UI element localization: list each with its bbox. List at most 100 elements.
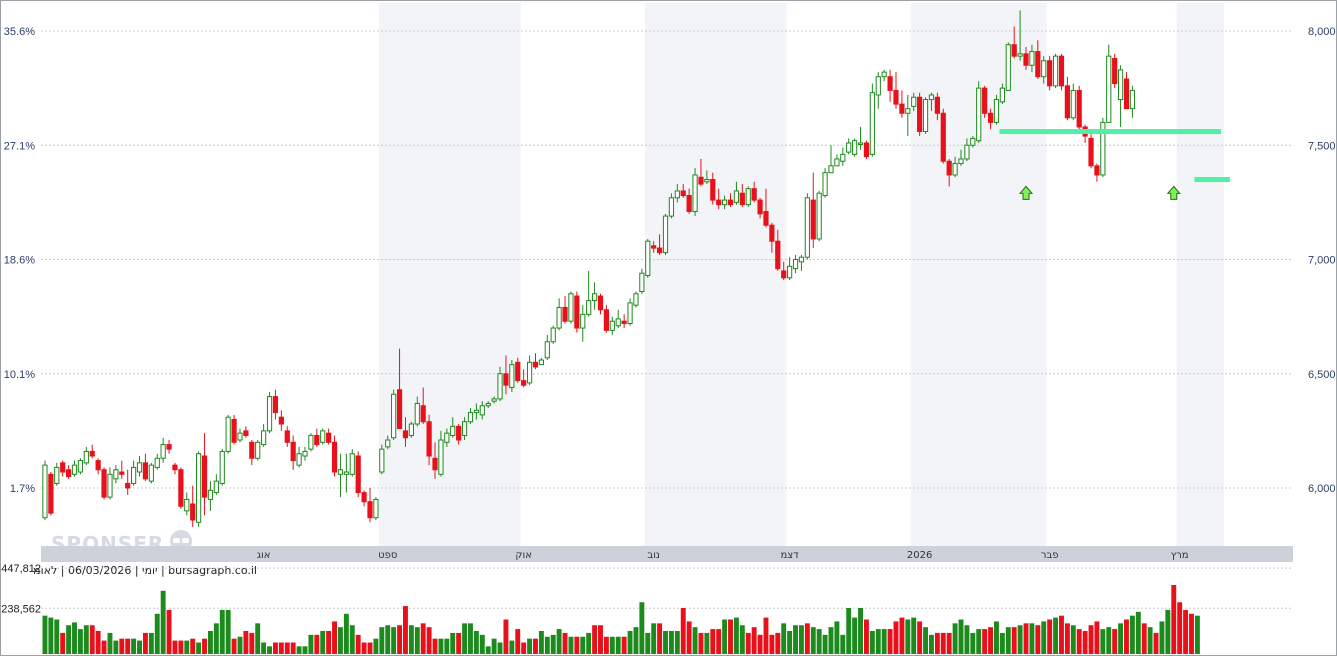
candle-body (680, 190, 686, 197)
volume-bar (160, 590, 166, 654)
volume-bar (296, 646, 302, 654)
candle-body (739, 192, 745, 206)
volume-bar (716, 629, 722, 654)
candle (219, 449, 225, 486)
candle (355, 451, 361, 498)
candle-body (698, 176, 704, 185)
candle (804, 193, 810, 260)
candle (615, 309, 621, 329)
volume-bar (657, 623, 663, 654)
volume-bar (728, 619, 733, 654)
candle (521, 369, 527, 388)
candle (1052, 53, 1059, 89)
candle-body (456, 425, 462, 441)
volume-bar (202, 638, 207, 654)
candle (373, 497, 379, 520)
candle (71, 460, 78, 477)
volume-bar (255, 623, 261, 654)
candle-body (136, 462, 143, 473)
candle-body (83, 450, 89, 464)
candle-body (751, 188, 757, 201)
volume-bar (89, 625, 95, 654)
candle-body (1123, 78, 1130, 110)
candle-body (515, 361, 521, 382)
volume-bar (787, 631, 793, 654)
candle (828, 145, 834, 174)
month-label: ספט (378, 550, 397, 561)
candle (201, 433, 208, 516)
candle-body (343, 471, 349, 475)
volume-bar (698, 632, 704, 654)
volume-bar (793, 625, 798, 654)
volume-bar (1029, 623, 1035, 654)
volume-bar (822, 634, 828, 654)
candle (1047, 56, 1053, 91)
volume-bar (692, 627, 698, 654)
candle-body (639, 272, 645, 292)
candle (976, 81, 982, 143)
volume-bar (237, 636, 243, 654)
candle-body (101, 469, 107, 498)
candle-body (1094, 165, 1100, 176)
candle-body (243, 430, 249, 436)
volume-bar (982, 629, 988, 654)
volume-bar (970, 632, 976, 654)
volume-bar (574, 636, 580, 654)
candle-body (326, 432, 332, 443)
volume-bar (119, 638, 125, 654)
candle-body (438, 439, 444, 475)
candle-body (60, 462, 66, 473)
candle-body (928, 94, 935, 101)
candle-body (828, 165, 834, 174)
volume-bar (905, 619, 911, 654)
volume-bar (154, 613, 160, 654)
candle-body (863, 142, 870, 158)
left-tick-label: 1.7% (10, 483, 35, 495)
month-bands (378, 3, 1224, 546)
candle-body (426, 421, 432, 457)
volume-bar (166, 609, 172, 654)
volume-bar (1159, 621, 1165, 654)
volume-bar (893, 621, 899, 654)
volume-bar (533, 638, 538, 654)
volume-bar (491, 638, 497, 654)
volume-bar (503, 619, 509, 654)
volume-bar (840, 634, 846, 654)
volume-axis: 447,812 238,562 (1, 563, 41, 615)
volume-bar (101, 640, 107, 654)
candle (586, 270, 592, 317)
candle-body (213, 480, 219, 494)
volume-bar (881, 629, 887, 654)
volume-bar (349, 625, 355, 654)
candle-body (178, 469, 184, 507)
candle (1064, 76, 1070, 121)
candle (172, 462, 178, 475)
volume-bar (704, 632, 710, 654)
candle (65, 465, 72, 479)
volume-bar (1147, 627, 1153, 654)
candle (60, 460, 66, 477)
candle-body (816, 192, 822, 240)
candle (42, 460, 48, 520)
volume-bar (852, 617, 858, 654)
left-tick-label: 10.1% (4, 369, 35, 381)
candle-body (580, 313, 586, 329)
volume-bar (385, 625, 391, 654)
candle (609, 316, 615, 335)
candle-body (893, 89, 899, 105)
candle-body (396, 389, 403, 430)
candle-body (586, 300, 592, 315)
volume-bar (1194, 615, 1200, 654)
volume-bar (137, 640, 142, 654)
volume-bar (1005, 627, 1011, 654)
candle (1005, 42, 1011, 91)
volume-bar (1165, 609, 1171, 654)
candle (249, 440, 255, 466)
candle (881, 69, 887, 82)
candle-body (255, 441, 261, 459)
candle-body (113, 469, 119, 480)
volume-bar (869, 631, 875, 654)
volume-bar (468, 623, 473, 654)
month-band (644, 3, 787, 546)
candle (266, 392, 273, 434)
